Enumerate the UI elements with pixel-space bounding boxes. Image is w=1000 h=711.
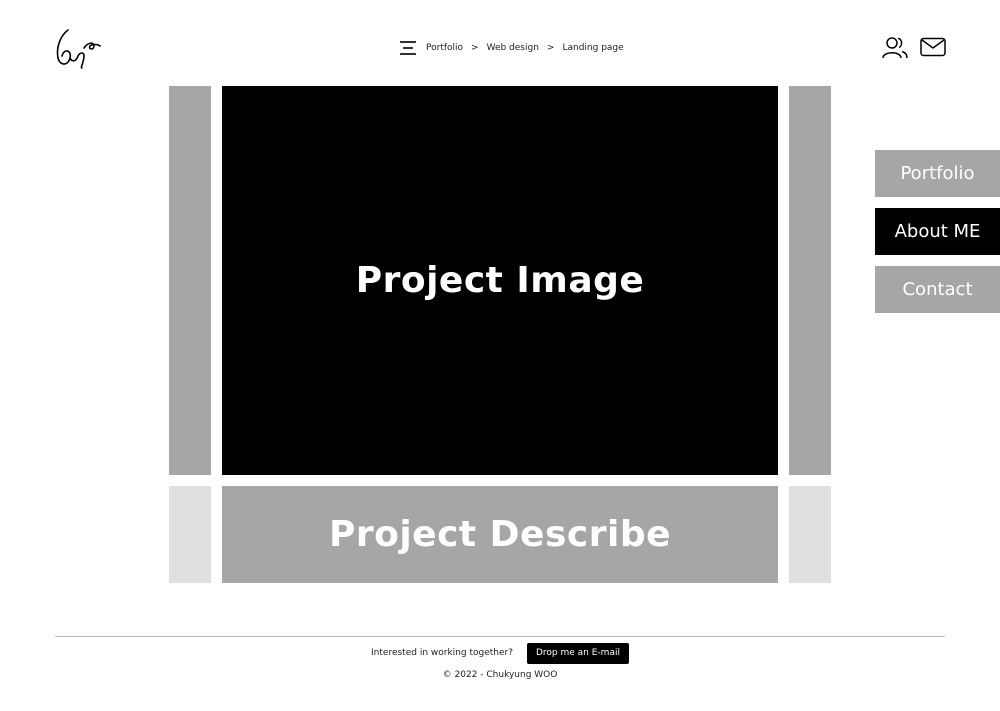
side-menu: Portfolio About ME Contact [875, 150, 1000, 324]
project-describe: Project Describe [222, 486, 778, 583]
left-gallery-column [169, 86, 211, 475]
user-icon[interactable] [882, 34, 908, 60]
footer-divider [55, 636, 945, 637]
header-actions [882, 34, 946, 60]
footer-prompt: Interested in working together? [371, 648, 513, 658]
breadcrumb-item-portfolio[interactable]: Portfolio [426, 43, 463, 53]
page: Portfolio > Web design > Landing page Pr… [0, 0, 1000, 711]
right-describe-column [789, 486, 831, 583]
breadcrumb-item-web-design[interactable]: Web design [487, 43, 539, 53]
side-menu-item-contact[interactable]: Contact [875, 266, 1000, 313]
project-image[interactable]: Project Image [222, 86, 778, 475]
breadcrumb-separator: > [471, 43, 479, 53]
breadcrumb: Portfolio > Web design > Landing page [398, 38, 624, 58]
footer-cta-row: Interested in working together? Drop me … [0, 642, 1000, 664]
mail-icon[interactable] [920, 34, 946, 60]
email-button[interactable]: Drop me an E-mail [526, 642, 629, 664]
signature-logo-icon[interactable] [54, 26, 104, 70]
right-gallery-column [789, 86, 831, 475]
copyright: © 2022 - Chukyung WOO [442, 670, 558, 680]
project-describe-label: Project Describe [328, 514, 672, 555]
side-menu-item-about-me[interactable]: About ME [875, 208, 1000, 255]
breadcrumb-item-landing-page[interactable]: Landing page [562, 43, 623, 53]
side-menu-item-portfolio[interactable]: Portfolio [875, 150, 1000, 197]
breadcrumb-separator: > [546, 43, 555, 53]
hamburger-menu-icon[interactable] [398, 38, 418, 58]
left-describe-column [169, 486, 211, 583]
project-image-label: Project Image [355, 260, 645, 301]
